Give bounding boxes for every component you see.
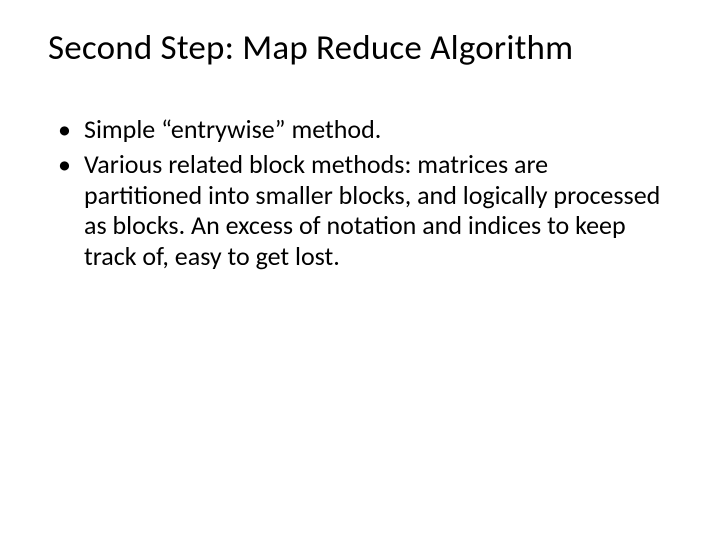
bullet-text: Simple “entrywise” method.: [84, 113, 381, 145]
bullet-text: Various related block methods: matrices …: [84, 148, 660, 272]
bullet-list: Simple “entrywise” method. Various relat…: [48, 114, 672, 271]
slide: Second Step: Map Reduce Algorithm Simple…: [0, 0, 720, 540]
bullet-item: Various related block methods: matrices …: [58, 149, 672, 272]
bullet-item: Simple “entrywise” method.: [58, 114, 672, 145]
slide-title: Second Step: Map Reduce Algorithm: [48, 28, 672, 68]
